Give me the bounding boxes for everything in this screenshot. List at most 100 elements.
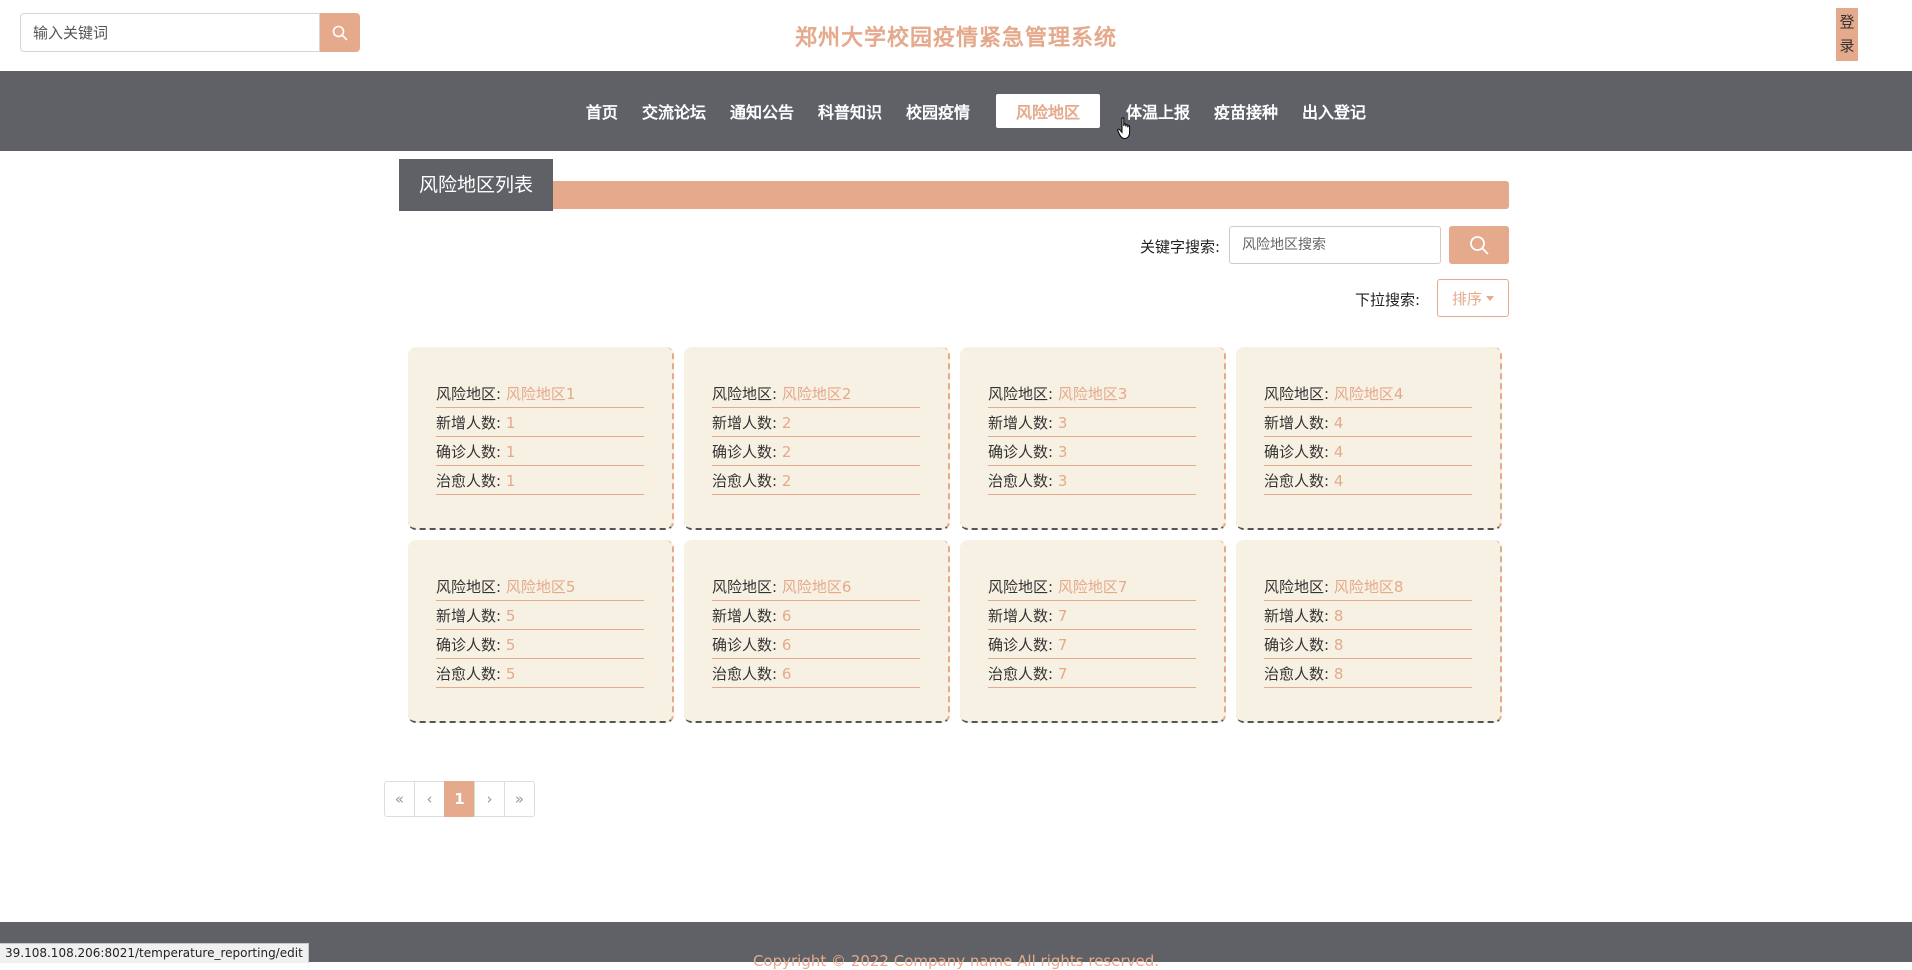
last-page-button[interactable]: » xyxy=(504,781,535,817)
field-label: 确诊人数: xyxy=(436,443,506,461)
field-label: 确诊人数: xyxy=(1264,443,1334,461)
field-value: 2 xyxy=(781,414,792,432)
field-label: 新增人数: xyxy=(988,414,1058,432)
field-value: 4 xyxy=(1333,443,1344,461)
field-value: 5 xyxy=(505,665,516,683)
field-label: 治愈人数: xyxy=(712,472,782,490)
keyword-search-button[interactable] xyxy=(1449,226,1509,264)
field-label: 风险地区: xyxy=(1264,578,1334,596)
card-field-new: 新增人数: 1 xyxy=(436,408,644,437)
site-title: 郑州大学校园疫情紧急管理系统 xyxy=(794,26,1117,51)
search-icon xyxy=(1470,236,1489,255)
field-value: 6 xyxy=(781,636,792,654)
caret-down-icon xyxy=(1486,295,1494,301)
field-label: 新增人数: xyxy=(1264,414,1334,432)
field-value: 2 xyxy=(781,443,792,461)
field-value: 3 xyxy=(1057,414,1068,432)
card-field-new: 新增人数: 6 xyxy=(712,601,920,630)
card-field-confirmed: 确诊人数: 2 xyxy=(712,437,920,466)
field-label: 风险地区: xyxy=(712,385,782,403)
nav-home[interactable]: 首页 xyxy=(586,99,618,123)
risk-area-card[interactable]: 风险地区: 风险地区4 新增人数: 4 确诊人数: 4 治愈人数: 4 xyxy=(1236,347,1502,530)
card-field-cured: 治愈人数: 1 xyxy=(436,466,644,495)
field-value: 8 xyxy=(1333,607,1344,625)
field-label: 确诊人数: xyxy=(712,443,782,461)
risk-area-card[interactable]: 风险地区: 风险地区6 新增人数: 6 确诊人数: 6 治愈人数: 6 xyxy=(684,540,950,723)
field-label: 确诊人数: xyxy=(712,636,782,654)
card-field-confirmed: 确诊人数: 7 xyxy=(988,630,1196,659)
field-label: 确诊人数: xyxy=(1264,636,1334,654)
card-field-confirmed: 确诊人数: 8 xyxy=(1264,630,1472,659)
card-field-area: 风险地区: 风险地区2 xyxy=(712,379,920,408)
nav-forum[interactable]: 交流论坛 xyxy=(642,99,706,123)
nav-entry-exit[interactable]: 出入登记 xyxy=(1302,99,1366,123)
field-label: 风险地区: xyxy=(988,385,1058,403)
field-value: 1 xyxy=(505,414,516,432)
field-value: 风险地区5 xyxy=(505,578,576,596)
field-label: 风险地区: xyxy=(988,578,1058,596)
field-value: 风险地区8 xyxy=(1333,578,1404,596)
card-field-new: 新增人数: 3 xyxy=(988,408,1196,437)
field-value: 8 xyxy=(1333,665,1344,683)
field-value: 2 xyxy=(781,472,792,490)
card-field-cured: 治愈人数: 4 xyxy=(1264,466,1472,495)
field-label: 治愈人数: xyxy=(1264,472,1334,490)
card-field-cured: 治愈人数: 5 xyxy=(436,659,644,688)
nav-risk-areas[interactable]: 风险地区 xyxy=(996,94,1101,128)
card-field-area: 风险地区: 风险地区3 xyxy=(988,379,1196,408)
keyword-search-input[interactable] xyxy=(1229,226,1441,264)
next-page-button[interactable]: › xyxy=(474,781,505,817)
nav-knowledge[interactable]: 科普知识 xyxy=(818,99,882,123)
card-field-confirmed: 确诊人数: 3 xyxy=(988,437,1196,466)
card-field-confirmed: 确诊人数: 4 xyxy=(1264,437,1472,466)
header: 郑州大学校园疫情紧急管理系统 登录 xyxy=(0,0,1912,71)
risk-area-card[interactable]: 风险地区: 风险地区8 新增人数: 8 确诊人数: 8 治愈人数: 8 xyxy=(1236,540,1502,723)
nav-list: 首页 交流论坛 通知公告 科普知识 校园疫情 风险地区 体温上报 疫苗接种 出入… xyxy=(0,71,1912,151)
risk-area-card[interactable]: 风险地区: 风险地区2 新增人数: 2 确诊人数: 2 治愈人数: 2 xyxy=(684,347,950,530)
field-value: 风险地区2 xyxy=(781,385,852,403)
field-value: 5 xyxy=(505,636,516,654)
field-label: 治愈人数: xyxy=(436,472,506,490)
card-field-cured: 治愈人数: 2 xyxy=(712,466,920,495)
field-label: 治愈人数: xyxy=(988,472,1058,490)
risk-area-card[interactable]: 风险地区: 风险地区3 新增人数: 3 确诊人数: 3 治愈人数: 3 xyxy=(960,347,1226,530)
field-value: 7 xyxy=(1057,607,1068,625)
card-field-new: 新增人数: 2 xyxy=(712,408,920,437)
field-label: 治愈人数: xyxy=(436,665,506,683)
field-value: 1 xyxy=(505,443,516,461)
field-value: 风险地区1 xyxy=(505,385,576,403)
sort-dropdown-button[interactable]: 排序 xyxy=(1437,279,1509,317)
field-value: 风险地区4 xyxy=(1333,385,1404,403)
keyword-search-label: 关键字搜索: xyxy=(1139,238,1220,256)
field-label: 风险地区: xyxy=(436,578,506,596)
field-value: 4 xyxy=(1333,414,1344,432)
field-label: 新增人数: xyxy=(1264,607,1334,625)
nav-temperature-report[interactable]: 体温上报 xyxy=(1126,99,1190,123)
field-value: 6 xyxy=(781,607,792,625)
prev-page-button[interactable]: ‹ xyxy=(414,781,445,817)
field-label: 新增人数: xyxy=(712,414,782,432)
nav-campus-epidemic[interactable]: 校园疫情 xyxy=(906,99,970,123)
card-field-confirmed: 确诊人数: 5 xyxy=(436,630,644,659)
page-1-button[interactable]: 1 xyxy=(444,781,475,817)
login-button[interactable]: 登录 xyxy=(1836,8,1858,61)
field-value: 8 xyxy=(1333,636,1344,654)
field-label: 新增人数: xyxy=(436,607,506,625)
risk-area-card[interactable]: 风险地区: 风险地区5 新增人数: 5 确诊人数: 5 治愈人数: 5 xyxy=(408,540,674,723)
field-label: 新增人数: xyxy=(988,607,1058,625)
section-banner: 风险地区列表 xyxy=(399,159,1509,211)
nav-notices[interactable]: 通知公告 xyxy=(730,99,794,123)
nav-vaccination[interactable]: 疫苗接种 xyxy=(1214,99,1278,123)
field-value: 风险地区6 xyxy=(781,578,852,596)
field-value: 6 xyxy=(781,665,792,683)
risk-area-card[interactable]: 风险地区: 风险地区7 新增人数: 7 确诊人数: 7 治愈人数: 7 xyxy=(960,540,1226,723)
section-accent-bar xyxy=(399,181,1509,209)
card-field-new: 新增人数: 7 xyxy=(988,601,1196,630)
field-label: 治愈人数: xyxy=(988,665,1058,683)
dropdown-search-label: 下拉搜索: xyxy=(1354,291,1420,309)
first-page-button[interactable]: « xyxy=(384,781,415,817)
card-field-area: 风险地区: 风险地区4 xyxy=(1264,379,1472,408)
field-label: 风险地区: xyxy=(1264,385,1334,403)
field-value: 风险地区3 xyxy=(1057,385,1128,403)
risk-area-card[interactable]: 风险地区: 风险地区1 新增人数: 1 确诊人数: 1 治愈人数: 1 xyxy=(408,347,674,530)
